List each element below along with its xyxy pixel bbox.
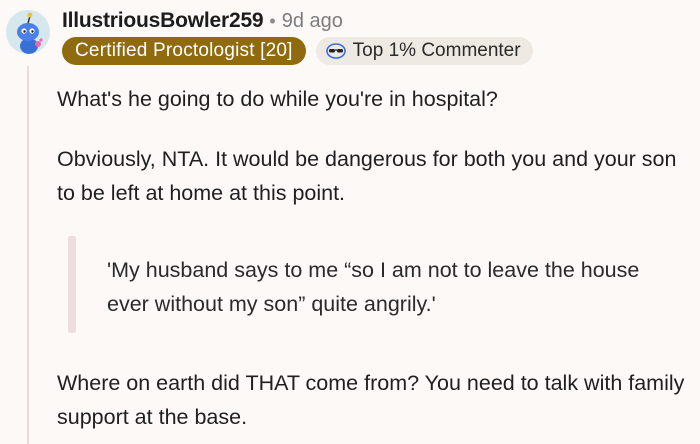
username-link[interactable]: IllustriousBowler259	[62, 9, 264, 33]
comment: IllustriousBowler259 • 9d ago Certified …	[0, 0, 700, 444]
timestamp[interactable]: 9d ago	[282, 10, 343, 33]
avatar[interactable]	[6, 10, 50, 54]
user-flair: Certified Proctologist [20]	[62, 37, 306, 65]
comment-paragraph: Where on earth did THAT come from? You n…	[57, 371, 685, 429]
comment-paragraph: What's he going to do while you're in ho…	[57, 87, 498, 111]
top-commenter-badge[interactable]: Top 1% Commenter	[315, 37, 533, 65]
blockquote-text: 'My husband says to me “so I am not to l…	[107, 258, 640, 316]
separator-dot: •	[269, 10, 276, 31]
comment-header: IllustriousBowler259 • 9d ago	[62, 6, 343, 36]
comment-paragraph: Obviously, NTA. It would be dangerous fo…	[57, 147, 677, 205]
snoo-avatar-icon	[6, 10, 50, 54]
user-badges: Certified Proctologist [20] Top 1% Comme…	[62, 37, 533, 65]
top-commenter-label: Top 1% Commenter	[352, 40, 521, 61]
thread-line[interactable]	[27, 66, 29, 444]
sunglasses-icon	[325, 43, 346, 59]
blockquote-bar	[68, 236, 76, 333]
